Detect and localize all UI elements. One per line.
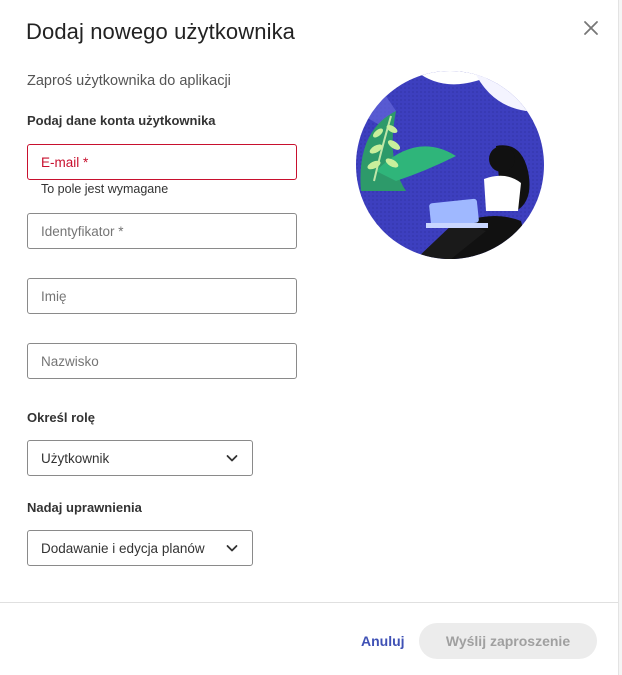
permissions-select-value: Dodawanie i edycja planów xyxy=(41,540,205,556)
role-section-heading: Określ rolę xyxy=(27,410,95,425)
identifier-placeholder: Identyfikator * xyxy=(41,223,124,239)
last-name-placeholder: Nazwisko xyxy=(41,353,99,369)
dialog-subtitle: Zaproś użytkownika do aplikacji xyxy=(27,73,231,89)
email-field[interactable]: E-mail * xyxy=(27,144,297,180)
last-name-field[interactable]: Nazwisko xyxy=(27,343,297,379)
email-error-message: To pole jest wymagane xyxy=(41,182,169,196)
chevron-down-icon xyxy=(226,545,238,552)
user-illustration xyxy=(356,71,544,259)
role-select-value: Użytkownik xyxy=(41,450,110,466)
chevron-down-icon xyxy=(226,455,238,462)
first-name-field[interactable]: Imię xyxy=(27,278,297,314)
footer-divider xyxy=(0,602,618,603)
close-icon[interactable] xyxy=(581,18,601,38)
identifier-field[interactable]: Identyfikator * xyxy=(27,213,297,249)
permissions-select[interactable]: Dodawanie i edycja planów xyxy=(27,530,253,566)
dialog-title: Dodaj nowego użytkownika xyxy=(26,19,295,44)
add-user-dialog: Dodaj nowego użytkownika Zaproś użytkown… xyxy=(0,0,618,675)
window-edge xyxy=(618,0,622,675)
account-section-heading: Podaj dane konta użytkownika xyxy=(27,113,216,128)
permissions-section-heading: Nadaj uprawnienia xyxy=(27,500,142,515)
email-placeholder: E-mail * xyxy=(41,154,89,170)
send-invitation-button[interactable]: Wyślij zaproszenie xyxy=(419,623,597,659)
first-name-placeholder: Imię xyxy=(41,288,67,304)
cancel-button[interactable]: Anuluj xyxy=(361,633,405,649)
role-select[interactable]: Użytkownik xyxy=(27,440,253,476)
